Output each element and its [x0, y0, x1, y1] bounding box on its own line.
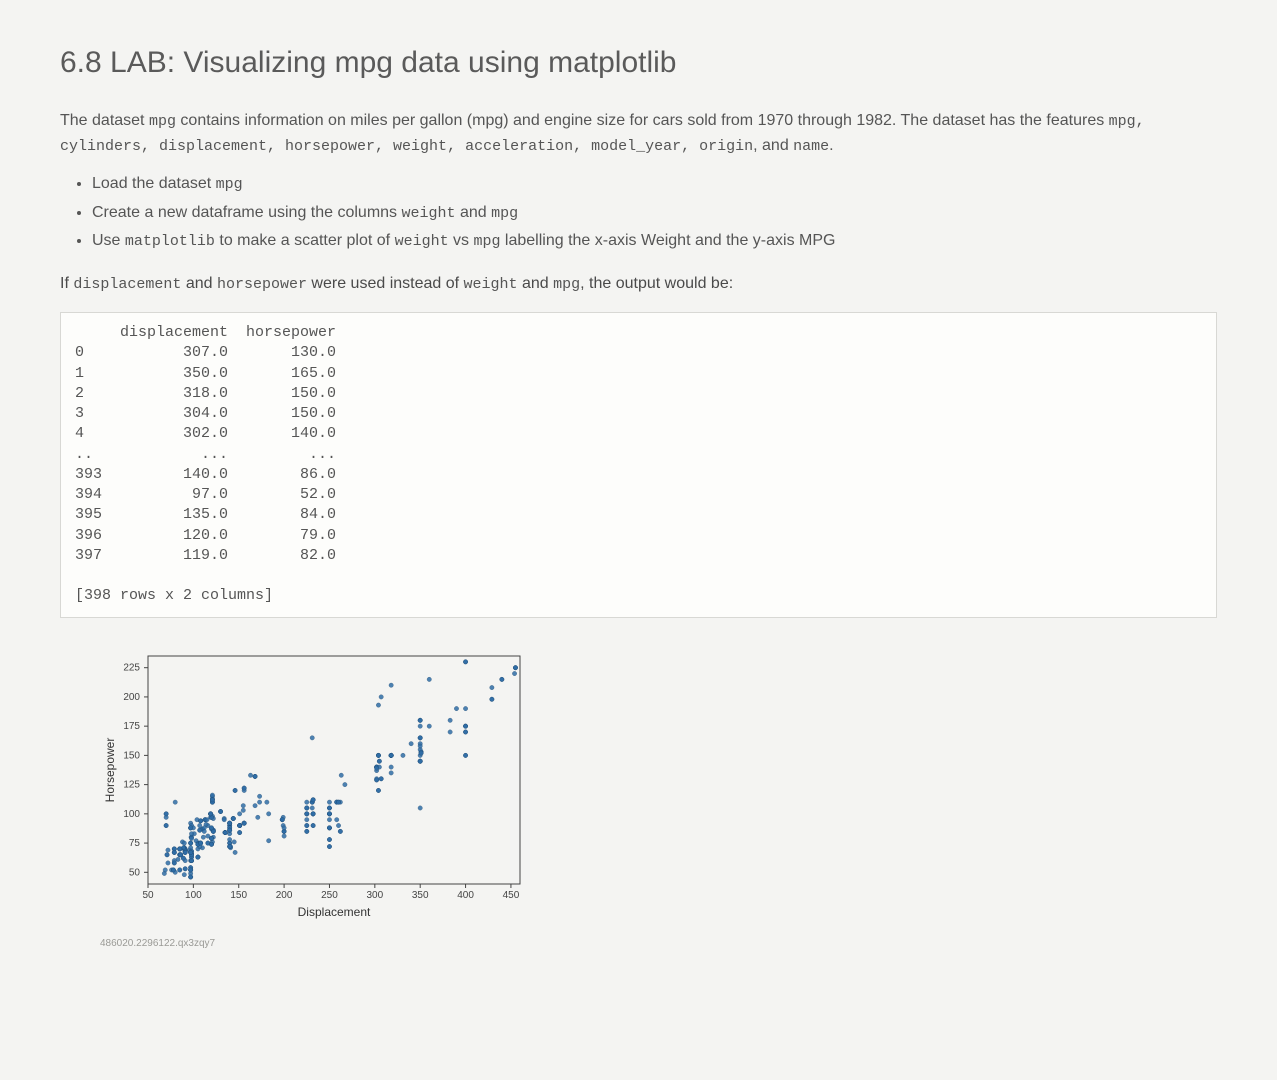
period: . [829, 137, 833, 154]
svg-text:150: 150 [230, 890, 247, 901]
code-mpg: mpg [473, 233, 500, 250]
svg-text:350: 350 [412, 890, 429, 901]
text: and the y-axis [691, 232, 800, 249]
svg-text:225: 225 [123, 662, 140, 673]
instruction-list: Load the dataset mpg Create a new datafr… [60, 172, 1217, 254]
text: Use [92, 232, 125, 249]
svg-text:100: 100 [185, 890, 202, 901]
svg-text:150: 150 [123, 750, 140, 761]
svg-text:175: 175 [123, 721, 140, 732]
svg-text:450: 450 [503, 890, 520, 901]
svg-text:200: 200 [123, 691, 140, 702]
bullet-plot: Use matplotlib to make a scatter plot of… [92, 229, 1217, 254]
label-weight: Weight [641, 232, 691, 249]
code-horsepower: horsepower [217, 276, 307, 293]
code-matplotlib: matplotlib [125, 233, 215, 250]
text: to make a scatter plot of [215, 232, 395, 249]
text: were used instead of [307, 275, 464, 292]
page-title: 6.8 LAB: Visualizing mpg data using matp… [60, 40, 1217, 85]
svg-text:300: 300 [366, 890, 383, 901]
bullet-load: Load the dataset mpg [92, 172, 1217, 197]
text: and [181, 275, 217, 292]
y-axis-label: Horsepower [103, 737, 117, 802]
code-mpg: mpg [553, 276, 580, 293]
svg-text:100: 100 [123, 808, 140, 819]
scatter-chart: 50 100 150 200 250 300 350 400 450 50 75 100 125 150 1… [100, 646, 530, 926]
intro-paragraphs: The dataset mpg contains information on … [60, 109, 1217, 158]
intro-text: contains information on miles per gallon… [176, 112, 1109, 129]
svg-text:125: 125 [123, 779, 140, 790]
text: vs [449, 232, 474, 249]
code-displacement: displacement [73, 276, 181, 293]
text: and [456, 204, 492, 221]
code-weight: weight [395, 233, 449, 250]
svg-text:50: 50 [142, 890, 154, 901]
x-axis-label: Displacement [298, 905, 371, 919]
code-weight: weight [464, 276, 518, 293]
svg-text:50: 50 [129, 867, 141, 878]
svg-text:75: 75 [129, 838, 141, 849]
code-name: name [793, 138, 829, 155]
text: and [518, 275, 554, 292]
text: labelling the x-axis [500, 232, 641, 249]
text: Create a new dataframe using the columns [92, 204, 402, 221]
bullet-dataframe: Create a new dataframe using the columns… [92, 201, 1217, 226]
code-mpg: mpg [216, 176, 243, 193]
svg-text:200: 200 [276, 890, 293, 901]
text: , the output would be: [580, 275, 733, 292]
code-mpg: mpg [491, 205, 518, 222]
intro-text: , and [753, 137, 793, 154]
svg-text:250: 250 [321, 890, 338, 901]
code-weight: weight [402, 205, 456, 222]
console-output: displacement horsepower 0 307.0 130.0 1 … [60, 312, 1217, 618]
text: Load the dataset [92, 175, 216, 192]
if-sentence: If displacement and horsepower were used… [60, 272, 1217, 297]
code-mpg: mpg [149, 113, 176, 130]
footer-id: 486020.2296122.qx3zqy7 [100, 936, 1217, 951]
svg-text:400: 400 [457, 890, 474, 901]
intro-text: The dataset [60, 112, 149, 129]
label-mpg: MPG [799, 232, 835, 249]
text: If [60, 275, 73, 292]
